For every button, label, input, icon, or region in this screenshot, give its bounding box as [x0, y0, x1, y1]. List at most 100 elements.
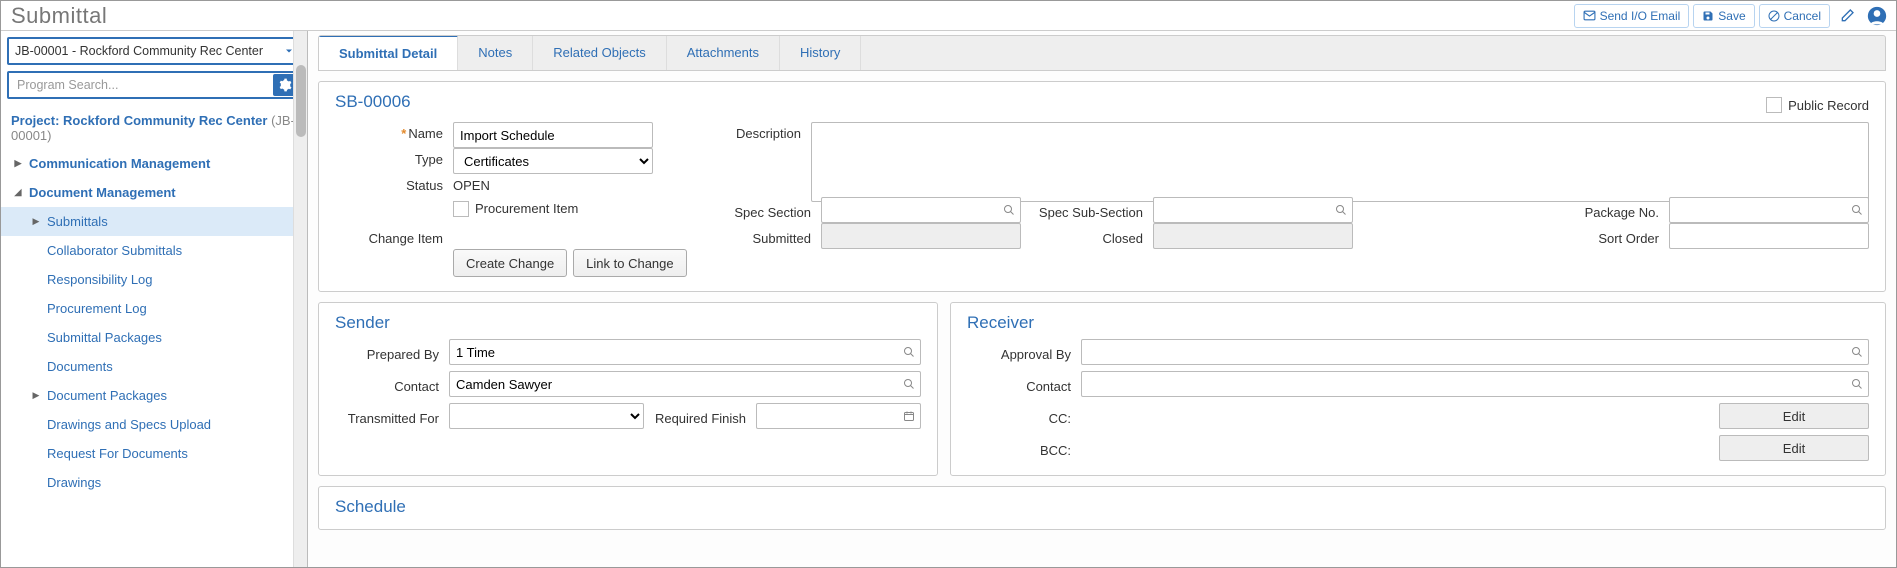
- tab-notes[interactable]: Notes: [458, 36, 533, 70]
- topbar: Submittal Send I/O Email Save Cancel: [1, 1, 1896, 31]
- sidebar-scroll-thumb[interactable]: [296, 65, 306, 137]
- package-no-input[interactable]: [1669, 197, 1869, 223]
- user-icon-button[interactable]: [1864, 4, 1890, 28]
- tree-item-label: Drawings and Specs Upload: [47, 417, 211, 432]
- spec-sub-section-label: Spec Sub-Section: [1027, 201, 1147, 220]
- detail-panel: SB-00006 Public Record Name Description: [318, 81, 1886, 292]
- tree-item[interactable]: ▶ Submittals: [1, 207, 307, 236]
- spec-section-label: Spec Section: [725, 201, 815, 220]
- project-link[interactable]: Project: Rockford Community Rec Center: [11, 113, 271, 128]
- tree-item[interactable]: ▶Responsibility Log: [1, 265, 307, 294]
- tree-item[interactable]: ▶Documents: [1, 352, 307, 381]
- send-io-email-button[interactable]: Send I/O Email: [1574, 4, 1690, 28]
- save-icon: [1702, 10, 1714, 22]
- cancel-icon: [1768, 10, 1780, 22]
- procurement-item-label: Procurement Item: [475, 201, 578, 216]
- receiver-panel: Receiver Approval By Contact: [950, 302, 1886, 476]
- required-finish-input[interactable]: [756, 403, 921, 429]
- tab-submittal-detail[interactable]: Submittal Detail: [319, 35, 458, 70]
- name-label: Name: [335, 122, 447, 141]
- tree-item-label: Drawings: [47, 475, 101, 490]
- sender-panel: Sender Prepared By Contact: [318, 302, 938, 476]
- envelope-icon: [1583, 9, 1596, 22]
- tab-related-objects[interactable]: Related Objects: [533, 36, 667, 70]
- save-label: Save: [1718, 9, 1745, 23]
- approval-by-label: Approval By: [967, 343, 1075, 362]
- tree-group-label: Document Management: [29, 185, 176, 200]
- caret-right-icon: ▶: [31, 390, 41, 401]
- receiver-contact-input[interactable]: [1081, 371, 1869, 397]
- tree-item-label: Request For Documents: [47, 446, 188, 461]
- program-search-input[interactable]: [11, 75, 269, 95]
- tree-item[interactable]: ▶Drawings: [1, 468, 307, 497]
- caret-down-icon: ◢: [13, 187, 23, 198]
- type-select[interactable]: Certificates: [453, 148, 653, 174]
- page-title: Submittal: [7, 3, 107, 29]
- sidebar-scrollbar[interactable]: [293, 31, 307, 567]
- program-selector[interactable]: JB-00001 - Rockford Community Rec Center: [7, 37, 301, 65]
- prepared-by-label: Prepared By: [335, 343, 443, 362]
- tabs: Submittal DetailNotesRelated ObjectsAtta…: [318, 35, 1886, 71]
- tree-item[interactable]: ▶Collaborator Submittals: [1, 236, 307, 265]
- receiver-contact-label: Contact: [967, 375, 1075, 394]
- project-line: Project: Rockford Community Rec Center (…: [1, 105, 307, 149]
- schedule-panel: Schedule: [318, 486, 1886, 530]
- procurement-item-field[interactable]: Procurement Item: [453, 201, 578, 217]
- spec-sub-section-input[interactable]: [1153, 197, 1353, 223]
- tree-item[interactable]: ▶Document Packages: [1, 381, 307, 410]
- caret-right-icon: ▶: [31, 216, 41, 227]
- type-label: Type: [335, 148, 447, 167]
- sort-order-label: Sort Order: [1359, 227, 1663, 246]
- tree-item[interactable]: ▶Submittal Packages: [1, 323, 307, 352]
- tab-history[interactable]: History: [780, 36, 861, 70]
- name-input[interactable]: [453, 122, 653, 148]
- transmitted-for-select[interactable]: [449, 403, 644, 429]
- receiver-title: Receiver: [967, 313, 1869, 333]
- sender-contact-input[interactable]: [449, 371, 921, 397]
- public-record-label: Public Record: [1788, 98, 1869, 113]
- tree-item-label: Submittals: [47, 214, 108, 229]
- tree-item[interactable]: ▶Procurement Log: [1, 294, 307, 323]
- program-search: [7, 71, 301, 99]
- tree-item[interactable]: ▶Drawings and Specs Upload: [1, 410, 307, 439]
- sidebar: JB-00001 - Rockford Community Rec Center…: [1, 31, 308, 567]
- approval-by-input[interactable]: [1081, 339, 1869, 365]
- main-area: JB-00001 - Rockford Community Rec Center…: [1, 31, 1896, 567]
- cc-label: CC:: [967, 407, 1075, 426]
- sender-contact-label: Contact: [335, 375, 443, 394]
- tree-item[interactable]: ▶Request For Documents: [1, 439, 307, 468]
- tree-item-label: Submittal Packages: [47, 330, 162, 345]
- edit-icon-button[interactable]: [1834, 4, 1860, 28]
- required-finish-label: Required Finish: [650, 407, 750, 426]
- change-item-label: Change Item: [335, 227, 447, 246]
- save-button[interactable]: Save: [1693, 4, 1754, 28]
- gear-icon: [278, 78, 292, 92]
- spec-section-input[interactable]: [821, 197, 1021, 223]
- sort-order-input[interactable]: [1669, 223, 1869, 249]
- sender-title: Sender: [335, 313, 921, 333]
- prepared-by-input[interactable]: [449, 339, 921, 365]
- transmitted-for-label: Transmitted For: [335, 407, 443, 426]
- cancel-button[interactable]: Cancel: [1759, 4, 1830, 28]
- package-no-label: Package No.: [1359, 201, 1663, 220]
- link-to-change-button[interactable]: Link to Change: [573, 249, 686, 277]
- tree-group[interactable]: ▶Communication Management: [1, 149, 307, 178]
- description-input[interactable]: [811, 122, 1869, 202]
- bcc-edit-button[interactable]: Edit: [1719, 435, 1869, 461]
- bcc-label: BCC:: [967, 439, 1075, 458]
- public-record-field[interactable]: Public Record: [1766, 97, 1869, 113]
- tree-item-label: Documents: [47, 359, 113, 374]
- tree: ▶Communication Management ◢ Document Manag…: [1, 149, 307, 567]
- status-value: OPEN: [453, 174, 490, 193]
- tab-attachments[interactable]: Attachments: [667, 36, 780, 70]
- cc-edit-button[interactable]: Edit: [1719, 403, 1869, 429]
- procurement-item-checkbox[interactable]: [453, 201, 469, 217]
- create-change-button[interactable]: Create Change: [453, 249, 567, 277]
- description-label: Description: [725, 122, 805, 141]
- schedule-title: Schedule: [335, 497, 1869, 517]
- tree-group[interactable]: ◢ Document Management: [1, 178, 307, 207]
- submitted-label: Submitted: [725, 227, 815, 246]
- status-label: Status: [335, 174, 447, 193]
- tree-item-label: Procurement Log: [47, 301, 147, 316]
- public-record-checkbox[interactable]: [1766, 97, 1782, 113]
